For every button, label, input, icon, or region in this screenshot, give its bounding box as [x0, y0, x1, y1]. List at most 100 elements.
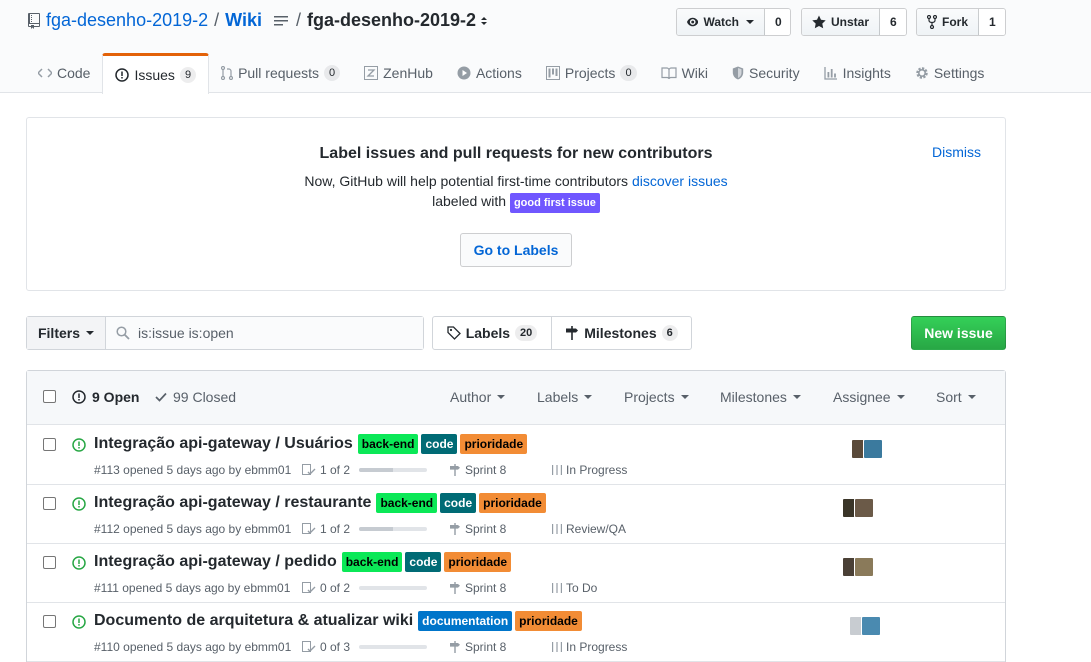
open-count: 9 Open	[92, 389, 140, 405]
watch-count[interactable]: 0	[765, 9, 790, 35]
issue-label[interactable]: documentation	[418, 611, 513, 631]
tab-insights[interactable]: Insights	[812, 53, 903, 93]
project-icon	[545, 66, 560, 80]
fork-count[interactable]: 1	[979, 9, 1005, 35]
milestone-link[interactable]: Sprint 8	[449, 522, 506, 536]
issue-row[interactable]: Integração api-gateway / pedido back-end…	[27, 544, 1005, 603]
issue-opened-icon	[72, 390, 86, 404]
list-icon[interactable]	[273, 15, 288, 27]
closed-issues-toggle[interactable]: 99 Closed	[155, 389, 236, 405]
issue-row[interactable]: Documento de arquitetura & atualizar wik…	[27, 603, 1005, 662]
projects-filter[interactable]: Projects	[624, 389, 689, 405]
issue-opened-icon	[72, 497, 86, 511]
milestones-text: Milestones	[584, 325, 657, 341]
milestones-button[interactable]: Milestones 6	[552, 317, 691, 349]
issue-checkbox[interactable]	[43, 438, 56, 451]
tab-actions[interactable]: Actions	[445, 53, 534, 93]
tab-pull-requests[interactable]: Pull requests 0	[209, 53, 352, 93]
labels-button[interactable]: Labels 20	[433, 317, 552, 349]
open-issues-toggle[interactable]: 9 Open	[72, 389, 139, 405]
issue-label[interactable]: prioridade	[479, 493, 546, 513]
watch-button[interactable]: Watch	[677, 9, 765, 35]
filters-dropdown[interactable]: Filters	[27, 317, 106, 349]
issue-checkbox[interactable]	[43, 556, 56, 569]
tab-wiki[interactable]: Wiki	[649, 53, 720, 93]
issue-checkbox[interactable]	[43, 615, 56, 628]
task-count: 1 of 2	[320, 522, 351, 536]
issue-row[interactable]: Integração api-gateway / restaurante bac…	[27, 485, 1005, 544]
star-count[interactable]: 6	[880, 9, 906, 35]
tab-issues[interactable]: Issues 9	[102, 53, 210, 94]
project-column[interactable]: Review/QA	[552, 522, 626, 536]
repo-title: fga-desenho-2019-2 / Wiki / fga-desenho-…	[28, 10, 488, 31]
issue-title-link[interactable]: Integração api-gateway / pedido	[94, 553, 337, 571]
avatar[interactable]	[863, 439, 883, 459]
closed-count: 99 Closed	[173, 389, 237, 405]
tab-settings[interactable]: Settings	[903, 53, 997, 93]
tab-code[interactable]: Code	[26, 53, 102, 93]
git-pull-request-icon	[221, 66, 234, 80]
issue-label[interactable]: code	[421, 434, 458, 454]
task-progress: 1 of 2	[302, 522, 428, 536]
project-icon	[552, 524, 562, 534]
tab-label: Code	[57, 65, 91, 81]
search-input[interactable]: is:issue is:open	[106, 317, 423, 349]
avatar[interactable]	[854, 557, 874, 577]
chevron-down-icon	[497, 395, 506, 399]
tab-label: Settings	[933, 65, 985, 81]
issue-title-link[interactable]: Integração api-gateway / Usuários	[94, 435, 353, 453]
milestone-link[interactable]: Sprint 8	[449, 581, 506, 595]
issues-filter-bar: Filters is:issue is:open	[26, 316, 424, 350]
project-column[interactable]: To Do	[552, 581, 597, 595]
filter-label: Milestones	[720, 389, 787, 405]
fork-button[interactable]: Fork	[917, 9, 980, 35]
dismiss-link[interactable]: Dismiss	[932, 144, 981, 160]
sort-filter[interactable]: Sort	[936, 389, 976, 405]
unstar-button[interactable]: Unstar	[802, 9, 880, 35]
project-icon	[552, 465, 562, 475]
tab-zenhub[interactable]: ZenHub	[352, 53, 445, 93]
unfold-icon[interactable]	[480, 15, 488, 27]
avatar[interactable]	[854, 498, 874, 518]
issue-label[interactable]: back-end	[376, 493, 438, 513]
milestones-filter[interactable]: Milestones	[720, 389, 801, 405]
tab-projects[interactable]: Projects 0	[534, 53, 649, 93]
issue-label[interactable]: back-end	[341, 552, 403, 572]
issue-label[interactable]: code	[405, 552, 442, 572]
issue-label[interactable]: prioridade	[460, 434, 528, 454]
good-first-issue-label[interactable]: good first issue	[509, 193, 600, 213]
tab-label: Wiki	[681, 65, 708, 81]
current-repo-name[interactable]: fga-desenho-2019-2	[307, 10, 476, 31]
wiki-link[interactable]: Wiki	[225, 10, 262, 31]
issue-opened-icon	[72, 556, 86, 570]
milestone-label: Sprint 8	[465, 581, 507, 595]
milestone-link[interactable]: Sprint 8	[449, 640, 506, 654]
issue-title-link[interactable]: Integração api-gateway / restaurante	[94, 494, 371, 512]
labels-milestones-group: Labels 20 Milestones 6	[432, 316, 692, 350]
tab-security[interactable]: Security	[720, 53, 812, 93]
project-column[interactable]: In Progress	[552, 640, 627, 654]
discover-issues-link[interactable]: discover issues	[632, 173, 728, 189]
issue-label[interactable]: prioridade	[444, 552, 512, 572]
assignee-filter[interactable]: Assignee	[833, 389, 905, 405]
avatar[interactable]	[861, 616, 881, 636]
labels-filter[interactable]: Labels	[537, 389, 593, 405]
issue-label[interactable]: back-end	[357, 434, 419, 454]
repo-nav-tabs: Code Issues 9 Pull requests 0 ZenHub Act…	[26, 53, 997, 94]
project-column[interactable]: In Progress	[552, 463, 627, 477]
author-filter[interactable]: Author	[450, 389, 506, 405]
issue-checkbox[interactable]	[43, 497, 56, 510]
repo-owner-link[interactable]: fga-desenho-2019-2	[46, 10, 208, 31]
tab-counter: 0	[324, 65, 341, 81]
issue-opened-meta: #110 opened 5 days ago by ebmm01	[94, 640, 292, 654]
task-progress-fill	[359, 468, 394, 472]
select-all-checkbox[interactable]	[43, 390, 56, 403]
go-to-labels-button[interactable]: Go to Labels	[460, 233, 572, 267]
issue-title-line: Integração api-gateway / restaurante bac…	[94, 493, 546, 513]
issue-title-link[interactable]: Documento de arquitetura & atualizar wik…	[94, 612, 413, 630]
issue-row[interactable]: Integração api-gateway / Usuários back-e…	[27, 426, 1005, 485]
new-issue-button[interactable]: New issue	[911, 316, 1006, 350]
issue-label[interactable]: code	[440, 493, 477, 513]
milestone-link[interactable]: Sprint 8	[449, 463, 506, 477]
issue-label[interactable]: prioridade	[515, 611, 582, 631]
